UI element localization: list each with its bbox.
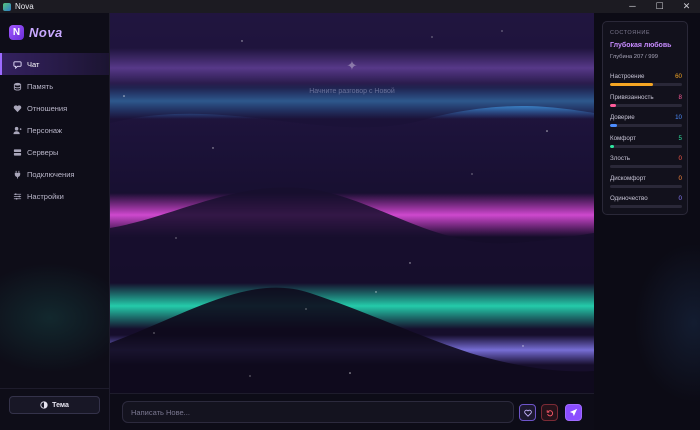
logo: N — [9, 25, 24, 40]
sidebar-item-label: Память — [27, 81, 54, 91]
maximize-button[interactable]: ☐ — [646, 0, 673, 13]
person-icon — [12, 125, 22, 135]
sidebar-item-label: Серверы — [27, 147, 59, 157]
stat-mood: Настроение 60 — [610, 73, 682, 86]
window-controls: ─ ☐ ✕ — [619, 0, 700, 13]
message-input[interactable] — [122, 401, 514, 423]
close-button[interactable]: ✕ — [673, 0, 700, 13]
stat-value: 10 — [675, 114, 682, 121]
stat-bar — [610, 83, 682, 86]
state-card: Состояние Глубокая любовь Глубина 207 / … — [602, 21, 688, 215]
stat-bar — [610, 185, 682, 188]
brand-name: Nova — [29, 25, 63, 40]
heart-icon — [523, 404, 532, 422]
stat-bar-fill — [610, 145, 614, 148]
send-button[interactable] — [565, 404, 582, 421]
sidebar-item-chat[interactable]: Чат — [0, 53, 109, 75]
stat-bar-fill — [610, 104, 616, 107]
stat-bar — [610, 165, 682, 168]
brand: N Nova — [9, 25, 63, 40]
stat-label: Комфорт — [610, 135, 636, 142]
stat-loneliness: Одиночество 0 — [610, 195, 682, 208]
sparkle-icon: ✦ — [346, 58, 358, 73]
stat-bar — [610, 145, 682, 148]
stat-comfort: Комфорт 5 — [610, 135, 682, 148]
minimize-button[interactable]: ─ — [619, 0, 646, 13]
stat-value: 5 — [678, 135, 682, 142]
stat-label: Дискомфорт — [610, 175, 646, 182]
sliders-icon — [12, 191, 22, 201]
chat-bubble-icon — [12, 59, 22, 69]
window-title: Nova — [15, 2, 34, 11]
empty-chat-text: Начните разговор с Новой — [309, 88, 395, 95]
sidebar-footer: Тема — [0, 388, 109, 430]
sidebar-item-servers[interactable]: Серверы — [0, 141, 109, 163]
reset-button[interactable] — [541, 404, 558, 421]
sidebar: N Nova Чат Память Отношения Персонаж Сер… — [0, 13, 110, 430]
plug-icon — [12, 169, 22, 179]
app-icon — [3, 2, 11, 11]
stat-value: 0 — [678, 175, 682, 182]
stat-value: 0 — [678, 195, 682, 202]
server-icon — [12, 147, 22, 157]
sidebar-item-character[interactable]: Персонаж — [0, 119, 109, 141]
stat-bar-fill — [610, 83, 654, 86]
contrast-icon — [40, 401, 48, 409]
sidebar-item-label: Отношения — [27, 103, 68, 113]
composer — [110, 393, 594, 430]
sidebar-item-relationships[interactable]: Отношения — [0, 97, 109, 119]
sidebar-item-label: Чат — [27, 59, 40, 69]
state-panel: Состояние Глубокая любовь Глубина 207 / … — [594, 13, 700, 430]
database-icon — [12, 81, 22, 91]
heart-button[interactable] — [519, 404, 536, 421]
stat-trust: Доверие 10 — [610, 114, 682, 127]
relationship-status: Глубокая любовь — [610, 42, 672, 49]
stat-discomfort: Дискомфорт 0 — [610, 175, 682, 188]
sidebar-item-label: Подключения — [27, 169, 75, 179]
stat-label: Одиночество — [610, 195, 648, 202]
stat-attachment: Привязанность 8 — [610, 94, 682, 107]
stat-bar-fill — [610, 124, 618, 127]
sidebar-item-label: Настройки — [27, 191, 64, 201]
stat-bar — [610, 124, 682, 127]
title-bar: Nova ─ ☐ ✕ — [0, 0, 700, 13]
chat-area: ✦ Начните разговор с Новой — [110, 13, 594, 430]
sidebar-item-memory[interactable]: Память — [0, 75, 109, 97]
sidebar-item-connections[interactable]: Подключения — [0, 163, 109, 185]
stat-label: Злость — [610, 155, 631, 162]
state-heading: Состояние — [610, 30, 651, 36]
stat-bar — [610, 104, 682, 107]
sidebar-item-settings[interactable]: Настройки — [0, 185, 109, 207]
stat-value: 60 — [675, 73, 682, 80]
stat-label: Доверие — [610, 114, 635, 121]
stat-value: 8 — [678, 94, 682, 101]
sidebar-nav: Чат Память Отношения Персонаж Серверы По… — [0, 53, 109, 207]
theme-button-label: Тема — [52, 401, 69, 409]
stat-anger: Злость 0 — [610, 155, 682, 168]
theme-button[interactable]: Тема — [9, 396, 100, 414]
stat-value: 0 — [678, 155, 682, 162]
stat-label: Привязанность — [610, 94, 654, 101]
reset-icon — [546, 404, 554, 422]
stat-label: Настроение — [610, 73, 645, 80]
send-icon — [569, 404, 578, 422]
heart-icon — [12, 103, 22, 113]
empty-chat-placeholder: ✦ Начните разговор с Новой — [110, 58, 594, 95]
stat-bar — [610, 205, 682, 208]
sidebar-item-label: Персонаж — [27, 125, 63, 135]
depth-value: Глубина 207 / 999 — [610, 54, 658, 60]
